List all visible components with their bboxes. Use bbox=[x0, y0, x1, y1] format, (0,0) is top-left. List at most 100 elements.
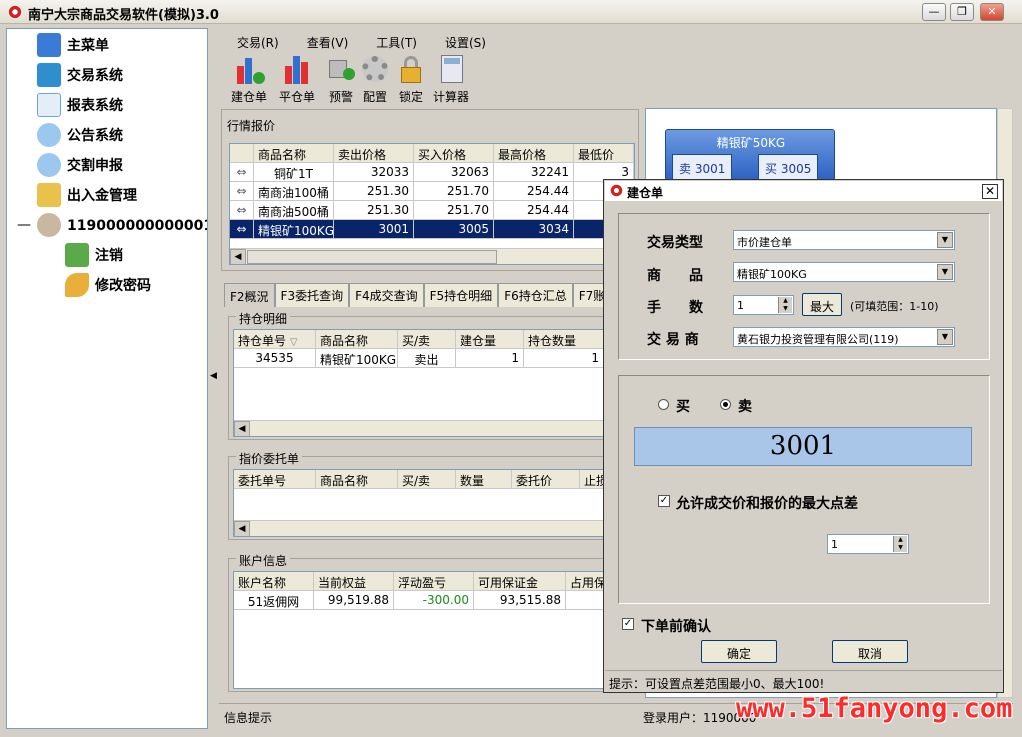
nav-funds-management[interactable]: 出入金管理 bbox=[37, 181, 137, 209]
column-header[interactable]: 数量 bbox=[456, 470, 512, 488]
column-header[interactable]: 账户名称 bbox=[234, 572, 314, 590]
table-row[interactable]: 34535 精银矿100KG 卖出 1 1 bbox=[234, 349, 636, 368]
spin-arrows-icon[interactable]: ▲ ▼ bbox=[893, 536, 907, 552]
tab-trade-query[interactable]: F4成交查询 bbox=[349, 283, 424, 307]
column-header[interactable]: 买/卖 bbox=[398, 330, 456, 348]
collapse-arrow-icon[interactable]: ◀ bbox=[210, 371, 217, 381]
dialog-title: 建仓单 bbox=[627, 186, 664, 200]
orders-table[interactable]: 委托单号 商品名称 买/卖 数量 委托价 止损 ◀ bbox=[233, 469, 637, 537]
column-header[interactable]: 最低价 bbox=[574, 144, 634, 162]
ok-button[interactable]: 确定 bbox=[701, 640, 777, 663]
tile-buy-button[interactable]: 买 3005 bbox=[758, 154, 818, 180]
column-header-label: 持仓单号 bbox=[238, 334, 287, 348]
column-header[interactable]: 浮动盈亏 bbox=[394, 572, 474, 590]
tab-position-detail[interactable]: F5持仓明细 bbox=[423, 283, 499, 307]
table-row-selected[interactable]: ⇔ 精银矿100KG 3001 3005 3034 2 bbox=[230, 220, 634, 239]
menu-view[interactable]: 查看(V) bbox=[289, 30, 359, 52]
dialog-close-button[interactable]: ✕ bbox=[982, 184, 998, 199]
column-header[interactable]: 当前权益 bbox=[314, 572, 394, 590]
tab-strip: F2概況 F3委托查询 F4成交查询 F5持仓明细 F6持仓汇总 F7账户 bbox=[224, 283, 624, 307]
column-header[interactable]: 持仓数量 bbox=[524, 330, 604, 348]
column-header[interactable]: 商品名称 bbox=[316, 470, 398, 488]
trade-type-select[interactable]: 市价建仓单 ▼ bbox=[733, 230, 955, 250]
product-label: 商 品 bbox=[647, 268, 703, 284]
quotes-table[interactable]: 商品名称 卖出价格 买入价格 最高价格 最低价 ⇔ 铜矿1T 32033 320… bbox=[229, 143, 635, 265]
toolbar-label: 计算器 bbox=[432, 90, 469, 104]
confirm-before-checkbox[interactable]: ✓ bbox=[622, 618, 634, 630]
nav-label: 公告系统 bbox=[67, 128, 123, 144]
calculator-button[interactable]: 计算器 bbox=[429, 54, 473, 106]
scroll-left-icon[interactable]: ◀ bbox=[234, 521, 250, 536]
table-row[interactable]: ⇔ 南商油500桶 251.30 251.70 254.44 2 bbox=[230, 201, 634, 220]
splitter[interactable]: ◀ bbox=[209, 28, 218, 729]
sell-radio[interactable] bbox=[720, 399, 731, 410]
close-window-button[interactable]: ✕ bbox=[980, 3, 1004, 21]
column-header[interactable]: 买入价格 bbox=[414, 144, 494, 162]
max-button[interactable]: 最大 bbox=[802, 293, 842, 316]
column-header[interactable]: 商品名称 bbox=[316, 330, 398, 348]
horizontal-scrollbar[interactable]: ◀ bbox=[234, 420, 636, 436]
toolbar-label: 建仓单 bbox=[230, 90, 267, 104]
cell: 254.44 bbox=[494, 182, 574, 200]
minimize-button[interactable]: — bbox=[922, 3, 946, 21]
menu-settings[interactable]: 设置(S) bbox=[427, 30, 496, 52]
nav-user-account[interactable]: — 119000000000001欢迎 bbox=[17, 211, 207, 239]
watermark: www.51fanyong.com bbox=[736, 693, 1013, 724]
nav-main-menu[interactable]: 主菜单 bbox=[37, 31, 109, 59]
column-header[interactable]: 卖出价格 bbox=[334, 144, 414, 162]
positions-table[interactable]: 持仓单号 ▽ 商品名称 买/卖 建仓量 持仓数量 34535 精银矿100KG … bbox=[233, 329, 637, 437]
tile-sell-button[interactable]: 卖 3001 bbox=[672, 154, 732, 180]
column-header[interactable]: 最高价格 bbox=[494, 144, 574, 162]
scroll-left-icon[interactable]: ◀ bbox=[234, 421, 250, 436]
column-header[interactable]: 委托单号 bbox=[234, 470, 316, 488]
column-header[interactable]: 商品名称 bbox=[254, 144, 334, 162]
scroll-thumb[interactable] bbox=[247, 250, 497, 264]
nav-report-system[interactable]: 报表系统 bbox=[37, 91, 123, 119]
allow-diff-checkbox[interactable]: ✓ bbox=[658, 495, 670, 507]
chevron-down-icon[interactable]: ▼ bbox=[937, 264, 953, 280]
toolbar-label: 平仓单 bbox=[278, 90, 315, 104]
calculator-icon bbox=[435, 54, 467, 84]
nav-logout[interactable]: 注销 bbox=[65, 241, 123, 269]
tab-order-query[interactable]: F3委托查询 bbox=[274, 283, 350, 307]
dealer-label: 交 易 商 bbox=[647, 332, 699, 348]
table-row[interactable]: ⇔ 南商油100桶 251.30 251.70 254.44 2 bbox=[230, 182, 634, 201]
maximize-button[interactable]: ❐ bbox=[950, 3, 974, 21]
menu-tools[interactable]: 工具(T) bbox=[358, 30, 427, 52]
dealer-select[interactable]: 黄石银力投资管理有限公司(119) ▼ bbox=[733, 327, 955, 347]
column-header[interactable]: 可用保证金 bbox=[474, 572, 566, 590]
open-position-button[interactable]: 建仓单 bbox=[227, 54, 271, 106]
horizontal-scrollbar[interactable]: ◀ bbox=[234, 520, 636, 536]
nav-change-password[interactable]: 修改密码 bbox=[65, 271, 151, 299]
buy-radio[interactable] bbox=[658, 399, 669, 410]
horizontal-scrollbar[interactable]: ◀ bbox=[230, 248, 634, 264]
table-row[interactable]: 51返佣网 99,519.88 -300.00 93,515.88 bbox=[234, 591, 636, 610]
account-table[interactable]: 账户名称 当前权益 浮动盈亏 可用保证金 占用保 51返佣网 99,519.88… bbox=[233, 571, 637, 689]
tab-position-summary[interactable]: F6持仓汇总 bbox=[498, 283, 573, 307]
table-row[interactable]: ⇔ 铜矿1T 32033 32063 32241 3 bbox=[230, 163, 634, 182]
table-header: 商品名称 卖出价格 买入价格 最高价格 最低价 bbox=[230, 144, 634, 163]
cancel-button[interactable]: 取消 bbox=[832, 640, 908, 663]
product-select[interactable]: 精银矿100KG ▼ bbox=[733, 262, 955, 282]
column-header[interactable]: 建仓量 bbox=[456, 330, 524, 348]
column-header[interactable]: 买/卖 bbox=[398, 470, 456, 488]
chevron-down-icon[interactable]: ▼ bbox=[937, 232, 953, 248]
nav-delivery-declaration[interactable]: 交割申报 bbox=[37, 151, 123, 179]
quote-tile[interactable]: 精银矿50KG 卖 3001 买 3005 bbox=[665, 129, 835, 181]
lock-button[interactable]: 锁定 bbox=[389, 54, 433, 106]
tab-overview[interactable]: F2概況 bbox=[224, 283, 275, 307]
column-header[interactable]: 持仓单号 ▽ bbox=[234, 330, 316, 348]
tree-collapse-icon[interactable]: — bbox=[17, 217, 37, 233]
lots-stepper[interactable]: 1 ▲ ▼ bbox=[733, 295, 794, 315]
nav-trading-system[interactable]: 交易系统 bbox=[37, 61, 123, 89]
swap-arrow-icon: ⇔ bbox=[230, 201, 254, 219]
nav-announcement-system[interactable]: 公告系统 bbox=[37, 121, 123, 149]
open-position-dialog: 建仓单 ✕ 交易类型 市价建仓单 ▼ 商 品 精银矿100KG ▼ 手 数 1 … bbox=[603, 179, 1004, 693]
spin-arrows-icon[interactable]: ▲ ▼ bbox=[778, 297, 792, 313]
scroll-left-icon[interactable]: ◀ bbox=[230, 249, 246, 264]
chevron-down-icon[interactable]: ▼ bbox=[937, 329, 953, 345]
close-position-button[interactable]: 平仓单 bbox=[275, 54, 319, 106]
column-header[interactable]: 委托价 bbox=[512, 470, 580, 488]
diff-stepper[interactable]: 1 ▲ ▼ bbox=[827, 534, 909, 554]
menu-trade[interactable]: 交易(R) bbox=[219, 30, 289, 52]
